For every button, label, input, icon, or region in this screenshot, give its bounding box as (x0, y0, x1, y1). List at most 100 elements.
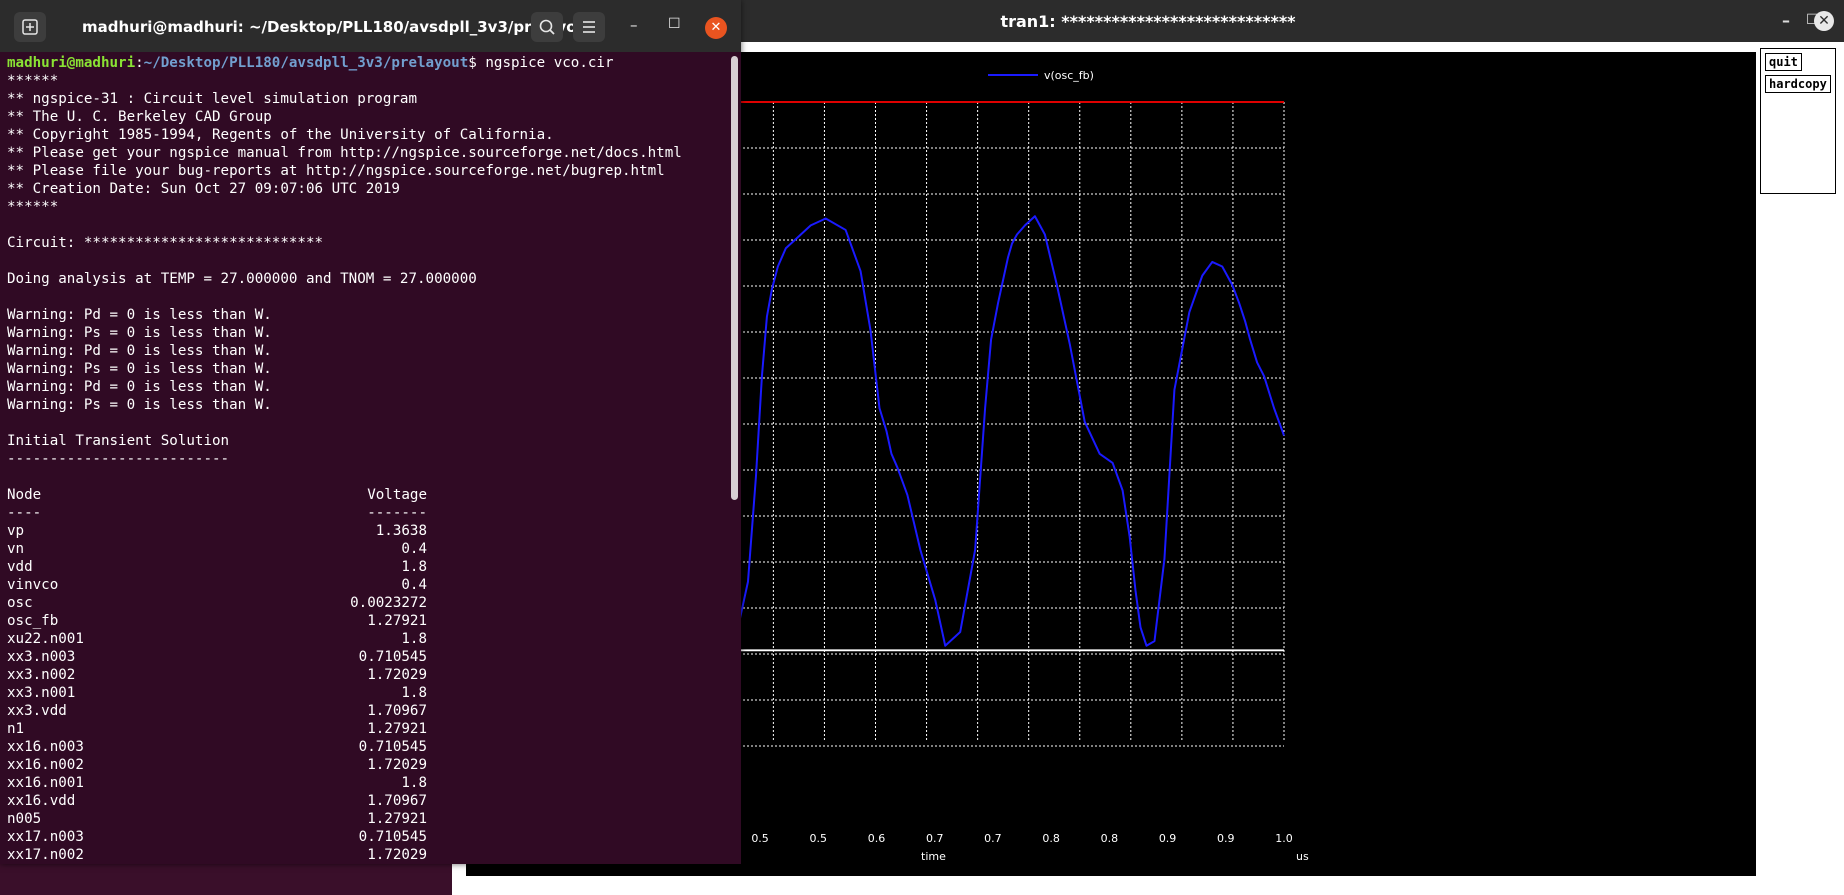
prompt-separator: : (135, 55, 144, 71)
node-row: vdd 1.8 (7, 558, 427, 576)
node-name: vn (7, 541, 25, 557)
node-name: xx16.n003 (7, 739, 84, 755)
node-row: vinvco 0.4 (7, 576, 427, 594)
node-name: vp (7, 523, 25, 539)
terminal-line: Warning: Ps = 0 is less than W. (7, 397, 272, 413)
node-row: xx16.n003 0.710545 (7, 738, 427, 756)
node-row: osc_fb 1.27921 (7, 612, 427, 630)
node-name: xx16.vdd (7, 793, 76, 809)
node-voltage: 1.72029 (367, 847, 427, 862)
terminal-line: ** The U. C. Berkeley CAD Group (7, 109, 272, 125)
plot-button-panel: quit hardcopy (1760, 48, 1836, 194)
terminal-line: Circuit: **************************** (7, 235, 324, 251)
terminal-line: ** Copyright 1985-1994, Regents of the U… (7, 127, 554, 143)
terminal-window: madhuri@madhuri: ~/Desktop/PLL180/avsdpl… (0, 0, 741, 864)
node-name: xx17.n003 (7, 829, 84, 845)
x-tick-label: 0.8 (1101, 832, 1119, 845)
x-tick-label: 1.0 (1275, 832, 1293, 845)
node-row: xx17.n003 0.710545 (7, 828, 427, 846)
node-row: xx16.n001 1.8 (7, 774, 427, 792)
node-voltage: 0.4 (401, 541, 427, 557)
node-row: xx16.n002 1.72029 (7, 756, 427, 774)
terminal-line: Warning: Pd = 0 is less than W. (7, 343, 272, 359)
node-column-rule: ---- (7, 505, 42, 521)
node-voltage: 1.3638 (375, 523, 427, 539)
node-voltage: 0.4 (401, 577, 427, 593)
quit-button[interactable]: quit (1765, 53, 1802, 71)
node-row: vn 0.4 (7, 540, 427, 558)
node-voltage: 0.710545 (358, 829, 427, 845)
terminal-scrollbar[interactable] (731, 56, 738, 500)
terminal-line: -------------------------- (7, 451, 230, 467)
node-voltage: 1.72029 (367, 757, 427, 773)
terminal-line: Warning: Ps = 0 is less than W. (7, 361, 272, 377)
node-name: xx17.n002 (7, 847, 84, 862)
voltage-column-rule: ------- (367, 505, 427, 521)
node-voltage: 1.72029 (367, 667, 427, 683)
terminal-line: ****** (7, 199, 59, 215)
x-tick-label: 0.7 (926, 832, 944, 845)
legend-label: v(osc_fb) (1044, 69, 1094, 82)
node-row: xx16.vdd 1.70967 (7, 792, 427, 810)
node-voltage: 1.70967 (367, 793, 427, 809)
prompt-path: ~/Desktop/PLL180/avsdpll_3v3/prelayout (143, 55, 469, 71)
node-name: xx16.n001 (7, 775, 84, 791)
node-row: osc 0.0023272 (7, 594, 427, 612)
node-voltage-table: vp 1.3638 vn 0.4 vdd 1.8 vinvco 0.4 osc 0.0023272… (7, 522, 727, 862)
new-tab-icon (22, 19, 38, 35)
x-tick-label: 0.9 (1159, 832, 1177, 845)
node-voltage: 0.710545 (358, 649, 427, 665)
terminal-line: ** ngspice-31 : Circuit level simulation… (7, 91, 417, 107)
x-tick-label: 0.5 (810, 832, 828, 845)
terminal-headerbar[interactable]: madhuri@madhuri: ~/Desktop/PLL180/avsdpl… (0, 0, 741, 52)
node-name: xx3.vdd (7, 703, 67, 719)
plot-window-bottom-strip (452, 878, 1844, 895)
node-row: xx3.vdd 1.70967 (7, 702, 427, 720)
node-row: xu22.n001 1.8 (7, 630, 427, 648)
node-name: n1 (7, 721, 25, 737)
new-tab-button[interactable] (14, 12, 46, 42)
maximize-icon[interactable]: ☐ (668, 16, 681, 32)
node-name: xx3.n002 (7, 667, 76, 683)
node-name: vinvco (7, 577, 59, 593)
node-name: n005 (7, 811, 42, 827)
node-voltage: 1.27921 (367, 811, 427, 827)
node-row: vp 1.3638 (7, 522, 427, 540)
command-prompt-line: madhuri@madhuri:~/Desktop/PLL180/avsdpll… (7, 54, 727, 72)
terminal-line: ****** (7, 73, 59, 89)
close-icon[interactable]: ✕ (1814, 11, 1834, 31)
node-voltage: 1.8 (401, 559, 427, 575)
menu-button[interactable] (573, 12, 605, 42)
node-voltage: 1.8 (401, 685, 427, 701)
node-name: osc (7, 595, 33, 611)
terminal-line: Doing analysis at TEMP = 27.000000 and T… (7, 271, 477, 287)
minimize-icon[interactable]: – (630, 16, 638, 34)
node-voltage: 1.27921 (367, 721, 427, 737)
hardcopy-button[interactable]: hardcopy (1765, 75, 1831, 93)
node-name: xx3.n003 (7, 649, 76, 665)
close-icon[interactable]: ✕ (705, 17, 727, 39)
terminal-output[interactable]: madhuri@madhuri:~/Desktop/PLL180/avsdpll… (7, 54, 727, 862)
x-axis-name: time (921, 850, 946, 863)
node-row: n1 1.27921 (7, 720, 427, 738)
minimize-icon[interactable]: – (1782, 11, 1790, 30)
node-row: xx3.n003 0.710545 (7, 648, 427, 666)
node-voltage: 1.27921 (367, 613, 427, 629)
terminal-line: ** Creation Date: Sun Oct 27 09:07:06 UT… (7, 181, 400, 197)
node-row: xx17.n002 1.72029 (7, 846, 427, 862)
node-voltage: 1.8 (401, 631, 427, 647)
node-name: xu22.n001 (7, 631, 84, 647)
node-name: xx16.n002 (7, 757, 84, 773)
prompt-user: madhuri@madhuri (7, 55, 136, 71)
terminal-line: ** Please get your ngspice manual from h… (7, 145, 682, 161)
prompt-dollar: $ (468, 55, 486, 71)
node-name: vdd (7, 559, 33, 575)
terminal-title: madhuri@madhuri: ~/Desktop/PLL180/avsdpl… (82, 18, 595, 36)
node-voltage: 1.8 (401, 775, 427, 791)
node-table-header: Node Voltage (7, 486, 427, 504)
search-button[interactable] (531, 12, 563, 42)
node-voltage: 0.0023272 (350, 595, 427, 611)
